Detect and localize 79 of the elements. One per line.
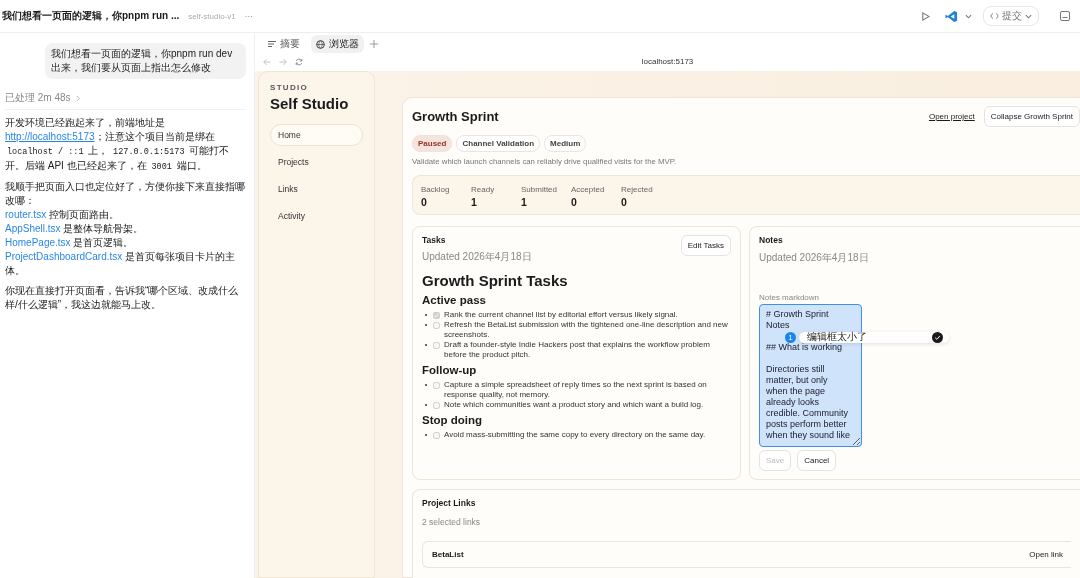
panel-icon[interactable] <box>1060 11 1070 21</box>
user-message: 我们想看一页面的逻辑，你pnpm run dev出来，我们要从页面上指出怎么修改 <box>45 43 246 79</box>
notes-title: Notes <box>759 235 783 245</box>
nav-item[interactable]: Projects <box>270 151 363 173</box>
updated-date: Updated 2026年4月18日 <box>422 250 533 264</box>
play-icon[interactable] <box>921 11 930 21</box>
reload-icon[interactable] <box>295 57 303 66</box>
globe-icon <box>316 39 325 49</box>
stat-value: 0 <box>571 196 578 208</box>
thread-title: 我们想看一页面的逻辑，你pnpm run ... <box>2 9 180 23</box>
sidebar-eyebrow: STUDIO <box>270 83 310 92</box>
tasks-title: Tasks <box>422 235 446 245</box>
field-label: Notes markdown <box>759 293 821 302</box>
stat-value: 0 <box>421 196 428 208</box>
status-badge: Paused <box>412 135 453 152</box>
task-text: Refresh the BetaList submission with the tightened one-line description and new screenshots. <box>444 320 729 340</box>
file-link[interactable]: ProjectDashboardCard.tsx <box>5 251 123 262</box>
project-name: self-studio-v1 <box>188 11 236 21</box>
stat-label: Backlog <box>421 185 451 194</box>
updated-date: Updated 2026年4月18日 <box>759 251 870 265</box>
list-icon <box>268 40 276 48</box>
collapse-button[interactable]: Collapse Growth Sprint <box>983 106 1080 127</box>
open-project-link[interactable]: Open project <box>928 112 975 121</box>
tasks-heading: Growth Sprint Tasks <box>422 272 569 289</box>
project-title: Growth Sprint <box>412 109 499 124</box>
more-button[interactable]: ··· <box>244 11 253 21</box>
task-text: Avoid mass-submitting the same copy to every directory on the same day. <box>444 430 707 440</box>
address-bar[interactable]: localhost:5173 <box>641 57 694 66</box>
stat-value: 0 <box>621 196 628 208</box>
section-heading: Active pass <box>422 294 487 306</box>
task-text: Rank the current channel list by editorial effort versus likely signal. <box>444 310 679 320</box>
file-note: HomePage.tsx 是首页逻辑。 <box>5 236 135 250</box>
browser-tab[interactable]: 浏览器 <box>311 35 364 53</box>
reply-paragraph: 你现在直接打开页面看，告诉我“哪个区域、改成什么样/什么逻辑”，我这边就能马上改。 <box>5 284 240 312</box>
back-icon[interactable] <box>263 57 271 66</box>
task-text: Draft a founder-style Indie Hackers post that explains the workflow problem before the product pitch. <box>444 340 711 360</box>
file-link[interactable]: router.tsx <box>5 209 47 220</box>
browser-tab[interactable]: 摘要 <box>263 35 305 53</box>
check-icon[interactable] <box>932 331 943 343</box>
nav-item[interactable]: Activity <box>270 205 363 227</box>
chevron-right-icon[interactable] <box>74 94 81 102</box>
file-note: router.tsx 控制页面路由。 <box>5 208 120 222</box>
code-icon <box>990 12 999 20</box>
tag: Medium <box>544 135 587 152</box>
file-link[interactable]: HomePage.tsx <box>5 237 71 248</box>
stat-value: 1 <box>471 196 478 208</box>
links-count: 2 selected links <box>422 517 482 527</box>
stat-label: Submitted <box>521 185 559 194</box>
links-title: Project Links <box>422 498 477 508</box>
edit-tasks-button[interactable]: Edit Tasks <box>680 235 731 256</box>
open-link[interactable]: Open link <box>1029 550 1063 559</box>
stat-label: Ready <box>471 185 496 194</box>
cancel-button[interactable]: Cancel <box>797 450 837 471</box>
forward-icon[interactable] <box>279 57 287 66</box>
caret-icon <box>1025 12 1032 20</box>
comment-badge: 1 <box>785 331 796 343</box>
caret-icon[interactable] <box>965 12 972 20</box>
stat-value: 1 <box>521 196 528 208</box>
url-link[interactable]: http://localhost:5173 <box>5 131 95 142</box>
section-heading: Follow-up <box>422 364 478 376</box>
task-text: Note which communities want a product story and which want a build log. <box>444 400 705 410</box>
section-heading: Stop doing <box>422 414 484 426</box>
file-link[interactable]: AppShell.tsx <box>5 223 61 234</box>
reply-paragraph: 开发环境已经跑起来了，前端地址是 http://localhost:5173；注意这个项目当前是绑在 localhost / ::1 上， 127.0.0.1:5173 可能打不开。后端 API 也已经起来了，在 3001 端口。 <box>5 116 231 174</box>
app-title: Self Studio <box>270 95 350 112</box>
add-tab-icon[interactable] <box>370 40 378 48</box>
reply-paragraph: 我顺手把页面入口也定位好了，方便你接下来直接指哪改哪： <box>5 180 246 208</box>
stat-label: Accepted <box>571 185 606 194</box>
link-name: BetaList <box>432 550 464 559</box>
tag: Channel Validation <box>456 135 541 152</box>
code-editor-icon[interactable] <box>945 9 958 23</box>
file-note: ProjectDashboardCard.tsx 是首页每张项目卡片的主体。 <box>5 250 237 278</box>
task-text: Capture a simple spreadsheet of reply times so the next sprint is based on response quality, not memory. <box>444 380 708 400</box>
nav-item[interactable]: Home <box>270 124 363 146</box>
stat-label: Rejected <box>621 185 654 194</box>
nav-item[interactable]: Links <box>270 178 363 200</box>
commit-button[interactable]: 提交 <box>983 6 1039 26</box>
file-note: AppShell.tsx 是整体导航骨架。 <box>5 222 145 236</box>
processed-time: 已处理 2m 48s <box>5 91 71 105</box>
